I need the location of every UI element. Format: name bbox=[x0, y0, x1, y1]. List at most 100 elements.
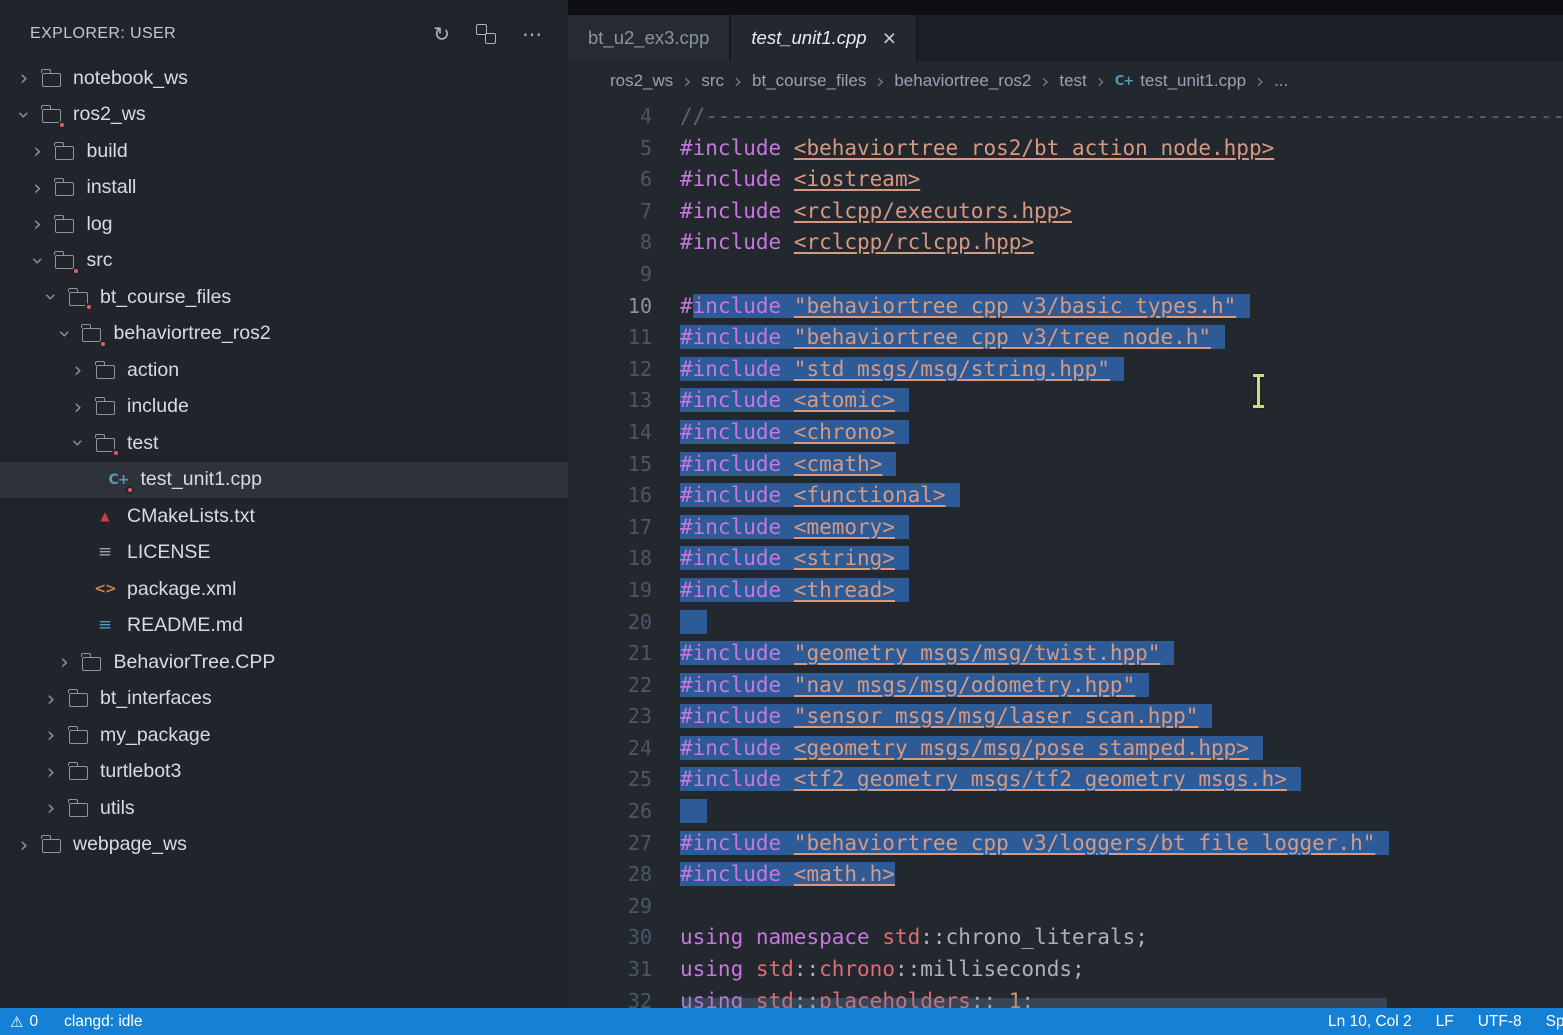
tree-folder-install[interactable]: › install bbox=[0, 170, 568, 207]
folder-icon bbox=[63, 284, 93, 310]
breadcrumb-item-test[interactable]: test bbox=[1059, 71, 1086, 91]
code-line[interactable]: 10#include "behaviortree_cpp_v3/basic_ty… bbox=[568, 291, 1563, 323]
breadcrumb-item-ros2-ws[interactable]: ros2_ws bbox=[610, 71, 673, 91]
code-line[interactable]: 12#include "std_msgs/msg/string.hpp" bbox=[568, 354, 1563, 386]
line-number: 24 bbox=[568, 733, 652, 765]
tree-folder-ros2-ws[interactable]: ›ros2_ws bbox=[0, 97, 568, 134]
chevron-icon[interactable]: › bbox=[53, 322, 77, 346]
code-line[interactable]: 26 bbox=[568, 796, 1563, 828]
chevron-icon[interactable]: › bbox=[26, 212, 50, 236]
line-number: 32 bbox=[568, 986, 652, 1008]
refresh-icon[interactable]: ↻ bbox=[433, 24, 450, 44]
chevron-icon[interactable]: › bbox=[39, 760, 63, 784]
code-token: #include bbox=[680, 199, 794, 223]
code-line[interactable]: 7#include <rclcpp/executors.hpp> bbox=[568, 196, 1563, 228]
horizontal-scrollbar[interactable] bbox=[682, 998, 1387, 1008]
chevron-icon[interactable]: › bbox=[39, 285, 63, 309]
tree-file-readme-md[interactable]: ≡README.md bbox=[0, 608, 568, 645]
tree-folder-my-package[interactable]: ›my_package bbox=[0, 717, 568, 754]
tree-folder-build[interactable]: ›build bbox=[0, 133, 568, 170]
clangd-status[interactable]: clangd: idle bbox=[64, 1013, 142, 1031]
chevron-icon[interactable]: › bbox=[26, 176, 50, 200]
tree-item-label: install bbox=[87, 176, 137, 199]
tree-folder-turtlebot3[interactable]: ›turtlebot3 bbox=[0, 754, 568, 791]
code-line[interactable]: 29 bbox=[568, 891, 1563, 923]
code-line[interactable]: 20 bbox=[568, 607, 1563, 639]
tree-folder-behaviortree-ros2[interactable]: ›behaviortree_ros2 bbox=[0, 316, 568, 353]
chevron-icon[interactable]: › bbox=[39, 687, 63, 711]
tree-folder-include[interactable]: ›include bbox=[0, 389, 568, 426]
indentation-indicator[interactable]: Spac bbox=[1546, 1013, 1563, 1031]
chevron-icon[interactable]: › bbox=[12, 833, 36, 857]
code-line[interactable]: 9 bbox=[568, 259, 1563, 291]
cursor-position[interactable]: Ln 10, Col 2 bbox=[1328, 1013, 1412, 1031]
code-line[interactable]: 21#include "geometry_msgs/msg/twist.hpp" bbox=[568, 638, 1563, 670]
breadcrumb-item-[interactable]: ... bbox=[1274, 71, 1288, 91]
code-line[interactable]: 18#include <string> bbox=[568, 543, 1563, 575]
tab-test-unit1-cpp[interactable]: test_unit1.cpp× bbox=[731, 15, 918, 61]
tree-file-cmakelists-txt[interactable]: ▲CMakeLists.txt bbox=[0, 498, 568, 535]
tree-folder-bt-course-files[interactable]: ›bt_course_files bbox=[0, 279, 568, 316]
tree-folder-notebook-ws[interactable]: ›notebook_ws bbox=[0, 60, 568, 97]
code-line[interactable]: 5#include <behaviortree_ros2/bt_action_n… bbox=[568, 133, 1563, 165]
code-line[interactable]: 17#include <memory> bbox=[568, 512, 1563, 544]
collapse-folders-icon[interactable] bbox=[476, 24, 496, 44]
tree-file-package-xml[interactable]: <>package.xml bbox=[0, 571, 568, 608]
code-token: std bbox=[756, 957, 794, 981]
problems-indicator[interactable]: ⚠ 0 bbox=[10, 1013, 38, 1031]
chevron-icon[interactable]: › bbox=[66, 358, 90, 382]
tree-folder-utils[interactable]: ›utils bbox=[0, 790, 568, 827]
code-line[interactable]: 8#include <rclcpp/rclcpp.hpp> bbox=[568, 227, 1563, 259]
code-line[interactable]: 13#include <atomic> bbox=[568, 385, 1563, 417]
breadcrumb-item-behaviortree-ros2[interactable]: behaviortree_ros2 bbox=[894, 71, 1031, 91]
code-line[interactable]: 30using namespace std::chrono_literals; bbox=[568, 922, 1563, 954]
chevron-icon[interactable]: › bbox=[39, 723, 63, 747]
more-actions-icon[interactable]: ⋯ bbox=[522, 24, 542, 44]
tree-folder-bt-interfaces[interactable]: ›bt_interfaces bbox=[0, 681, 568, 718]
code-line[interactable]: 24#include <geometry_msgs/msg/pose_stamp… bbox=[568, 733, 1563, 765]
code-line[interactable]: 23#include "sensor_msgs/msg/laser_scan.h… bbox=[568, 701, 1563, 733]
chevron-icon[interactable]: › bbox=[39, 796, 63, 820]
code-line[interactable]: 28#include <math.h> bbox=[568, 859, 1563, 891]
code-line[interactable]: 22#include "nav_msgs/msg/odometry.hpp" bbox=[568, 670, 1563, 702]
code-line[interactable]: 27#include "behaviortree_cpp_v3/loggers/… bbox=[568, 828, 1563, 860]
tree-folder-test[interactable]: ›test bbox=[0, 425, 568, 462]
license-glyph: ≡ bbox=[98, 544, 112, 561]
tree-folder-action[interactable]: ›action bbox=[0, 352, 568, 389]
encoding-indicator[interactable]: UTF-8 bbox=[1478, 1013, 1522, 1031]
eol-indicator[interactable]: LF bbox=[1436, 1013, 1454, 1031]
code-line[interactable]: 31using std::chrono::milliseconds; bbox=[568, 954, 1563, 986]
chevron-icon[interactable]: › bbox=[26, 139, 50, 163]
breadcrumb-item-src[interactable]: src bbox=[701, 71, 724, 91]
chevron-icon[interactable]: › bbox=[66, 431, 90, 455]
code-line[interactable]: 16#include <functional> bbox=[568, 480, 1563, 512]
tree-item-label: CMakeLists.txt bbox=[127, 505, 255, 528]
tree-folder-behaviortree-cpp[interactable]: ›BehaviorTree.CPP bbox=[0, 644, 568, 681]
tree-folder-webpage-ws[interactable]: ›webpage_ws bbox=[0, 827, 568, 864]
code-line[interactable]: 4//-------------------------------------… bbox=[568, 101, 1563, 133]
tree-folder-src[interactable]: ›src bbox=[0, 243, 568, 280]
line-content: using std::chrono::milliseconds; bbox=[652, 954, 1085, 986]
chevron-icon[interactable]: › bbox=[12, 103, 36, 127]
tree-file-license[interactable]: ≡LICENSE bbox=[0, 535, 568, 572]
tree-folder-log[interactable]: ›log bbox=[0, 206, 568, 243]
code-line[interactable]: 15#include <cmath> bbox=[568, 449, 1563, 481]
code-line[interactable]: 11#include "behaviortree_cpp_v3/tree_nod… bbox=[568, 322, 1563, 354]
chevron-icon[interactable]: › bbox=[26, 249, 50, 273]
code-line[interactable]: 6#include <iostream> bbox=[568, 164, 1563, 196]
code-area[interactable]: 4//-------------------------------------… bbox=[568, 101, 1563, 1008]
code-line[interactable]: 25#include <tf2_geometry_msgs/tf2_geomet… bbox=[568, 764, 1563, 796]
tab-bt-u2-ex3-cpp[interactable]: bt_u2_ex3.cpp bbox=[568, 15, 731, 61]
chevron-right-icon: › bbox=[1097, 69, 1105, 93]
line-number: 30 bbox=[568, 922, 652, 954]
code-line[interactable]: 14#include <chrono> bbox=[568, 417, 1563, 449]
chevron-icon[interactable]: › bbox=[12, 66, 36, 90]
breadcrumb-item-test-unit1-cpp[interactable]: C+test_unit1.cpp bbox=[1115, 71, 1246, 91]
chevron-icon[interactable]: › bbox=[66, 395, 90, 419]
tree-file-test-unit1-cpp[interactable]: C+test_unit1.cpp bbox=[0, 462, 568, 499]
folder-glyph bbox=[69, 730, 88, 744]
close-icon[interactable]: × bbox=[883, 27, 896, 50]
breadcrumb-item-bt-course-files[interactable]: bt_course_files bbox=[752, 71, 866, 91]
chevron-icon[interactable]: › bbox=[53, 650, 77, 674]
code-line[interactable]: 19#include <thread> bbox=[568, 575, 1563, 607]
